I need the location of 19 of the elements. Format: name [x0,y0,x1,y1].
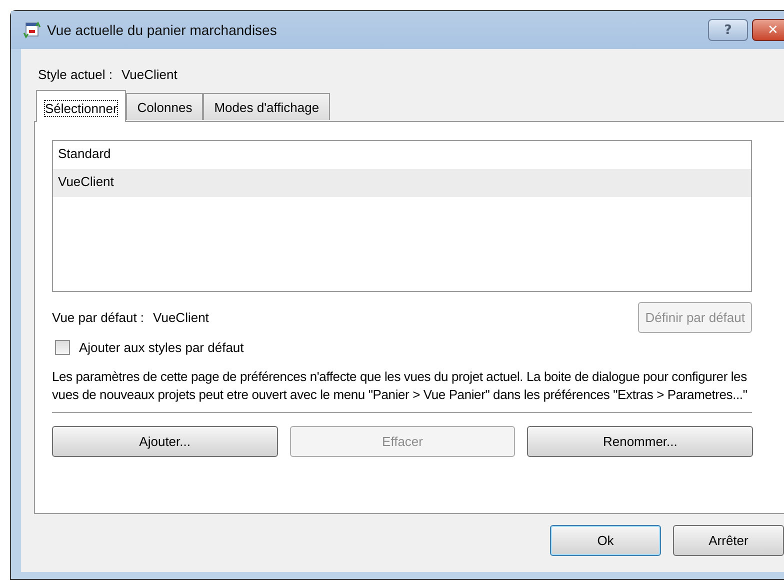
tab[interactable]: Sélectionner [36,90,126,122]
current-style-value: VueClient [121,67,178,82]
help-button[interactable]: ? [708,19,748,41]
list-item[interactable]: VueClient [53,169,751,197]
default-view-label: Vue par défaut : [52,310,144,325]
default-view-value: VueClient [153,310,209,325]
dialog-button[interactable]: Arrêter [673,525,784,556]
action-button[interactable]: Ajouter... [52,426,278,457]
dialog-button[interactable]: Ok [550,525,661,556]
list-item[interactable]: Standard [53,141,751,169]
info-text: Les paramètres de cette page de préférences n'affecte que les vues du projet actuel. La boite de dialogue pour configurer les vues de nouveaux projets peut etre ouvert avec le menu "Panier > Vue Panier" dans les préférences "Extras > Parametres..." [52,368,748,404]
window-app-icon [23,21,41,39]
action-button[interactable]: Renommer... [527,426,754,457]
tab[interactable]: Colonnes [126,93,204,120]
window-title: Vue actuelle du panier marchandises [47,22,277,38]
checkbox[interactable] [55,340,70,355]
checkbox-label: Ajouter aux styles par défaut [79,340,244,355]
current-style-label: Style actuel : [38,67,112,82]
tab[interactable]: Modes d'affichage [203,93,330,120]
